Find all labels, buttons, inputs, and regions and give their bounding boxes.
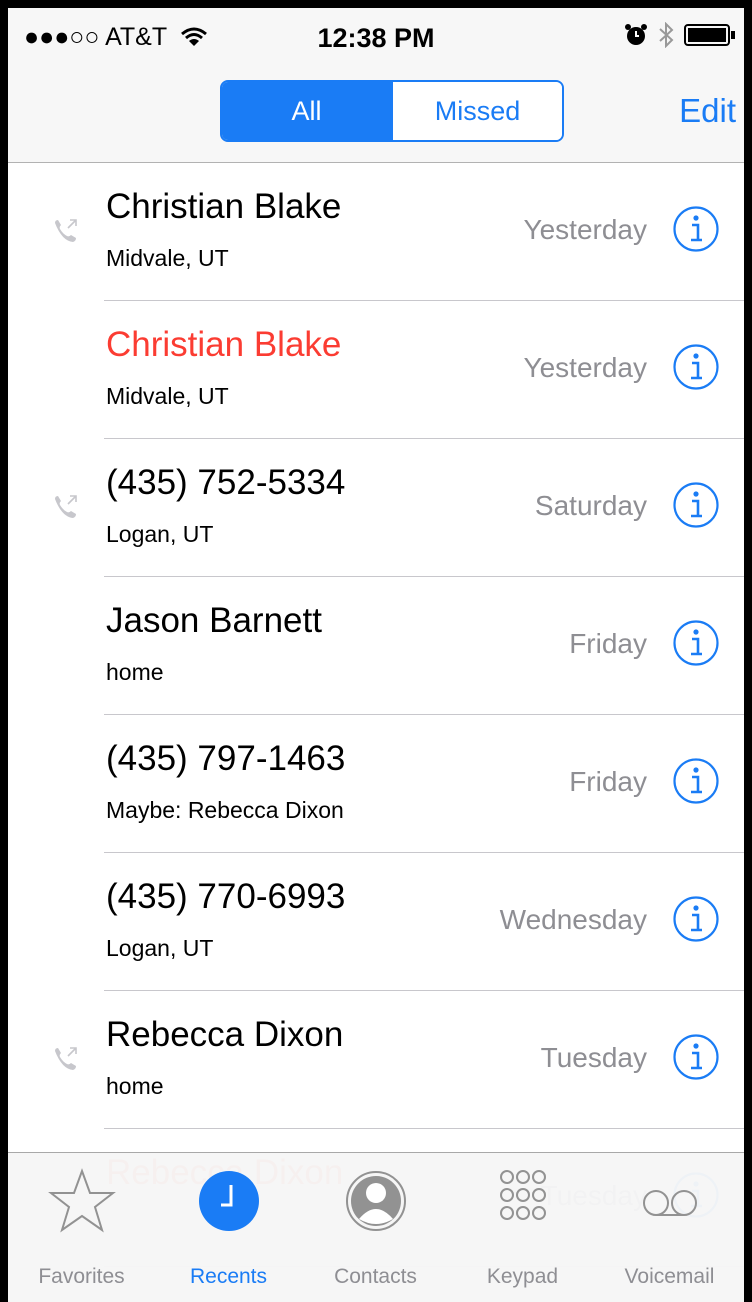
call-row[interactable]: Jason Barnett home Friday [8, 577, 744, 715]
recents-list: Christian Blake Midvale, UT Yesterday Chris… [8, 163, 744, 1267]
contact-name: Christian Blake [106, 187, 342, 226]
outgoing-call-icon [55, 495, 77, 518]
tab-label-recents: Recents [189, 1265, 268, 1288]
contact-name: Christian Blake [106, 325, 342, 364]
call-row[interactable]: Christian Blake Midvale, UT Yesterday [8, 163, 744, 301]
contact-name: Jason Barnett [106, 601, 322, 640]
call-detail: Logan, UT [106, 935, 214, 961]
info-icon[interactable] [672, 205, 720, 253]
call-row[interactable]: (435) 752-5334 Logan, UT Saturday [8, 439, 744, 577]
tab-keypad[interactable]: Keypad [449, 1161, 596, 1288]
call-detail: Midvale, UT [106, 245, 229, 271]
call-date: Wednesday [499, 904, 647, 935]
segment-missed[interactable]: Missed [391, 82, 562, 140]
tab-recents[interactable]: Recents [155, 1161, 302, 1288]
info-icon[interactable] [672, 1033, 720, 1081]
call-detail: Midvale, UT [106, 383, 229, 409]
call-date: Tuesday [540, 1042, 647, 1073]
tab-bar: Favorites Recents Contacts Keypad Voicem… [8, 1152, 744, 1302]
info-icon[interactable] [672, 619, 720, 667]
tab-label-voicemail: Voicemail [624, 1265, 715, 1288]
call-date: Friday [569, 628, 647, 659]
call-row[interactable]: (435) 770-6993 Logan, UT Wednesday [8, 853, 744, 991]
keypad-icon [499, 1170, 546, 1220]
contact-name: (435) 770-6993 [106, 877, 346, 916]
call-filter-segmented-control: All Missed [220, 80, 564, 142]
contacts-icon [345, 1171, 406, 1231]
bluetooth-icon [659, 22, 674, 48]
contact-name: (435) 797-1463 [106, 739, 346, 778]
status-bar: ●●●○○ AT&T 12:38 PM [8, 8, 744, 66]
contact-name: (435) 752-5334 [106, 463, 346, 502]
tab-voicemail[interactable]: Voicemail [596, 1161, 743, 1288]
call-row[interactable]: Christian Blake Midvale, UT Yesterday [8, 301, 744, 439]
star-icon [47, 1168, 116, 1233]
tab-label-keypad: Keypad [486, 1265, 559, 1288]
outgoing-call-icon [55, 219, 77, 242]
clock-icon [198, 1171, 259, 1231]
nav-bar: All Missed Edit [8, 66, 744, 163]
segment-all[interactable]: All [222, 82, 391, 140]
info-icon[interactable] [672, 343, 720, 391]
call-date: Friday [569, 766, 647, 797]
call-row[interactable]: Rebecca Dixon home Tuesday [8, 991, 744, 1129]
outgoing-call-icon [55, 1047, 77, 1070]
battery-icon [684, 24, 735, 46]
call-date: Yesterday [523, 214, 648, 245]
info-icon[interactable] [672, 757, 720, 805]
edit-button[interactable]: Edit [679, 92, 736, 130]
alarm-icon [625, 24, 647, 45]
call-detail: home [106, 1073, 164, 1099]
info-icon[interactable] [672, 481, 720, 529]
call-detail: Maybe: Rebecca Dixon [106, 797, 344, 823]
call-date: Saturday [534, 490, 647, 521]
tab-label-favorites: Favorites [38, 1265, 125, 1288]
call-detail: Logan, UT [106, 521, 214, 547]
call-date: Yesterday [523, 352, 648, 383]
tab-favorites[interactable]: Favorites [8, 1161, 155, 1288]
contact-name: Rebecca Dixon [106, 1015, 344, 1054]
voicemail-icon [642, 1190, 697, 1216]
call-detail: home [106, 659, 164, 685]
call-row[interactable]: (435) 797-1463 Maybe: Rebecca Dixon Friday [8, 715, 744, 853]
info-icon[interactable] [672, 895, 720, 943]
status-right-icons [624, 22, 736, 48]
tab-contacts[interactable]: Contacts [302, 1161, 449, 1288]
tab-label-contacts: Contacts [334, 1265, 417, 1288]
phone-screen: ●●●○○ AT&T 12:38 PM All Missed Edit Chri… [8, 8, 744, 1302]
